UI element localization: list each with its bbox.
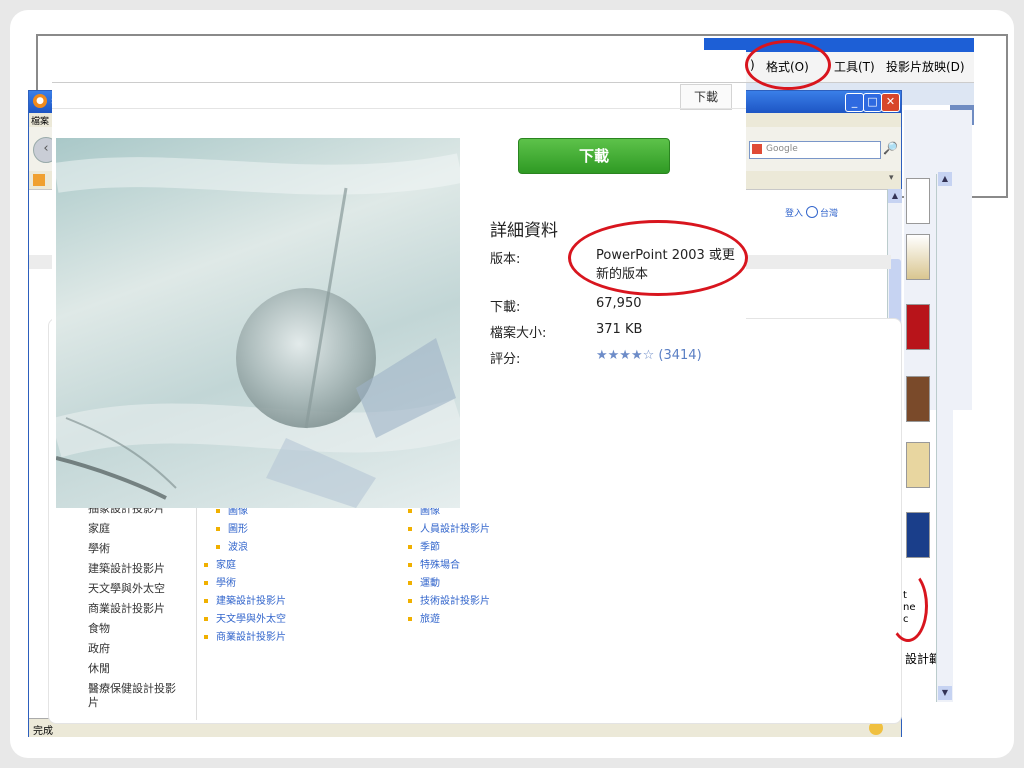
filesize-value: 371 KB xyxy=(596,322,643,337)
category-link[interactable]: 天文學與外太空 xyxy=(204,610,286,625)
search-engine-icon[interactable] xyxy=(752,144,762,154)
category-link[interactable]: 家庭 xyxy=(204,556,236,571)
download-tab[interactable]: 下載 xyxy=(680,84,732,110)
category-item[interactable]: 商業設計投影片 xyxy=(88,600,165,616)
region-link[interactable]: 台灣 xyxy=(820,206,838,219)
template-thumbnail[interactable] xyxy=(906,512,930,558)
star-rating-icon: ★★★★☆ xyxy=(596,348,655,363)
subcategory-label: 波浪 xyxy=(228,542,248,553)
template-thumbnail[interactable] xyxy=(906,376,930,422)
version-label: 版本: xyxy=(490,252,521,267)
login-link[interactable]: 登入 xyxy=(785,206,803,219)
template-preview-image xyxy=(56,138,460,508)
category-link[interactable]: 建築設計投影片 xyxy=(204,592,286,607)
category-label: 人員設計投影片 xyxy=(420,524,490,535)
category-link[interactable]: 特殊場合 xyxy=(408,556,460,571)
search-icon[interactable]: 🔎 xyxy=(883,141,898,155)
rating-count: (3414) xyxy=(658,348,702,363)
category-label: 學術 xyxy=(216,578,236,589)
downloads-label: 下載: xyxy=(490,300,521,315)
category-label: 建築設計投影片 xyxy=(216,596,286,607)
search-input[interactable]: Google xyxy=(749,141,881,159)
annotation-circle-format-menu xyxy=(745,40,831,90)
status-text: 完成 xyxy=(33,726,53,737)
maximize-icon[interactable]: □ xyxy=(863,93,882,112)
subcategory-link[interactable]: 波浪 xyxy=(216,538,248,553)
globe-icon[interactable] xyxy=(806,206,818,218)
scroll-up-icon[interactable]: ▲ xyxy=(888,189,902,203)
annotation-circle-version xyxy=(568,220,748,296)
side-scrollbar[interactable]: ▲ ▼ xyxy=(936,172,953,702)
category-link[interactable]: 運動 xyxy=(408,574,440,589)
template-thumbnail[interactable] xyxy=(906,178,930,224)
category-item[interactable]: 醫療保健設計投影 xyxy=(88,680,176,696)
category-item[interactable]: 休閒 xyxy=(88,660,110,676)
subcategory-link[interactable]: 圖形 xyxy=(216,520,248,535)
template-thumbnail[interactable] xyxy=(906,442,930,488)
minimize-icon[interactable]: _ xyxy=(845,93,864,112)
category-label: 運動 xyxy=(420,578,440,589)
scroll-up-icon[interactable]: ▲ xyxy=(938,172,952,186)
category-label: 特殊場合 xyxy=(420,560,460,571)
category-link[interactable]: 季節 xyxy=(408,538,440,553)
category-item[interactable]: 片 xyxy=(88,694,99,710)
category-item[interactable]: 天文學與外太空 xyxy=(88,580,165,596)
details-title: 詳細資料 xyxy=(490,221,558,241)
menu-item-tools[interactable]: 工具(T) xyxy=(834,58,875,75)
category-label: 天文學與外太空 xyxy=(216,614,286,625)
category-item[interactable]: 家庭 xyxy=(88,520,110,536)
category-label: 技術設計投影片 xyxy=(420,596,490,607)
preview-graphic xyxy=(56,153,460,508)
slide: ) 格式(O) 工具(T) 投影片放映(D) ● 書 _ □ ✕ 檔案 ‹ Go… xyxy=(10,10,1014,758)
filesize-label: 檔案大小: xyxy=(490,326,547,341)
category-link[interactable]: 商業設計投影片 xyxy=(204,628,286,643)
menu-file[interactable]: 檔案 xyxy=(31,114,49,127)
category-link[interactable]: 學術 xyxy=(204,574,236,589)
chevron-down-icon[interactable]: ▾ xyxy=(889,173,894,183)
rating-label: 評分: xyxy=(490,352,521,367)
category-item[interactable]: 建築設計投影片 xyxy=(88,560,165,576)
downloads-value: 67,950 xyxy=(596,296,642,311)
rating[interactable]: ★★★★☆ (3414) xyxy=(596,348,702,363)
category-item[interactable]: 政府 xyxy=(88,640,110,656)
category-label: 家庭 xyxy=(216,560,236,571)
category-link[interactable]: 技術設計投影片 xyxy=(408,592,490,607)
template-thumbnail[interactable] xyxy=(906,304,930,350)
category-link[interactable]: 旅遊 xyxy=(408,610,440,625)
annotation-circle-side xyxy=(888,570,928,642)
download-button[interactable]: 下載 xyxy=(518,138,670,174)
menu-item-slideshow[interactable]: 投影片放映(D) xyxy=(886,58,965,75)
category-label: 商業設計投影片 xyxy=(216,632,286,643)
close-icon[interactable]: ✕ xyxy=(881,93,900,112)
category-label: 旅遊 xyxy=(420,614,440,625)
subcategory-label: 圖形 xyxy=(228,524,248,535)
bookmark-icon[interactable] xyxy=(33,174,45,186)
scroll-down-icon[interactable]: ▼ xyxy=(938,686,952,700)
divider xyxy=(52,108,746,109)
category-divider xyxy=(196,500,197,720)
category-label: 季節 xyxy=(420,542,440,553)
template-thumbnail[interactable] xyxy=(906,234,930,280)
divider xyxy=(52,82,746,83)
category-link[interactable]: 人員設計投影片 xyxy=(408,520,490,535)
category-item[interactable]: 食物 xyxy=(88,620,110,636)
search-placeholder: Google xyxy=(766,144,798,154)
category-item[interactable]: 學術 xyxy=(88,540,110,556)
firefox-icon: ● xyxy=(33,94,47,108)
